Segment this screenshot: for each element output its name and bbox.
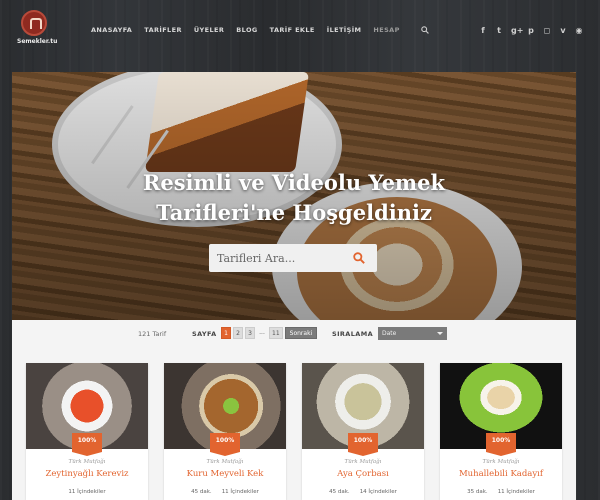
rating-badge: 100% — [72, 433, 102, 456]
recipe-ingredients: 14 İçindekiler — [359, 489, 397, 495]
recipe-title[interactable]: Aya Çorbası — [302, 469, 424, 479]
site-logo[interactable]: Semekler.tu — [17, 10, 57, 54]
rating-badge: 100% — [486, 433, 516, 456]
recipe-meta: 35 dak. 11 İçindekiler — [440, 489, 562, 495]
recipe-count: 121 Tarif — [138, 330, 167, 338]
nav-item-account[interactable]: HESAP — [373, 26, 399, 34]
hero-title-line-2: Tarifleri'ne Hoşgeldiniz — [156, 200, 432, 225]
logo-text: Semekler.tu — [17, 38, 58, 45]
rating-badge: 100% — [348, 433, 378, 456]
sort-value: Date — [382, 330, 397, 337]
vimeo-icon[interactable]: v — [559, 26, 567, 35]
recipe-meta: 45 dak. 11 İçindekiler — [164, 489, 286, 495]
page-button[interactable]: 11 — [269, 327, 283, 339]
page-button[interactable]: 3 — [245, 327, 255, 339]
search-icon[interactable] — [421, 26, 429, 34]
hero-banner: Resimli ve Videolu Yemek Tarifleri'ne Ho… — [12, 72, 576, 320]
recipe-category[interactable]: Türk Mutfağı — [164, 459, 286, 465]
instagram-icon[interactable]: ◻ — [543, 26, 551, 35]
social-links: f t g+ p ◻ v ◉ — [479, 26, 583, 35]
search-icon[interactable] — [353, 252, 365, 264]
filter-bar: 121 Tarif SAYFA 1 2 3 ... 11 Sonraki SIR… — [12, 320, 576, 348]
recipe-ingredients: 11 İçindekiler — [221, 489, 259, 495]
recipe-search-input[interactable] — [217, 249, 347, 267]
twitter-icon[interactable]: t — [495, 26, 503, 35]
recipe-meta: 11 İçindekiler — [26, 489, 148, 495]
nav-item-contact[interactable]: İLETİŞİM — [327, 26, 362, 34]
nav-item-home[interactable]: ANASAYFA — [91, 26, 132, 34]
recipe-card[interactable]: 100% Türk Mutfağı Kuru Meyveli Kek 45 da… — [164, 363, 286, 500]
recipe-card[interactable]: 100% Türk Mutfağı Muhallebili Kadayıf 35… — [440, 363, 562, 500]
rss-icon[interactable]: ◉ — [575, 26, 583, 35]
recipe-ingredients: 11 İçindekiler — [68, 489, 106, 495]
next-page-button[interactable]: Sonraki — [284, 327, 318, 339]
cake-slice-image — [144, 72, 310, 172]
nav-item-add-recipe[interactable]: TARİF EKLE — [270, 26, 315, 34]
recipe-meta: 45 dak. 14 İçindekiler — [302, 489, 424, 495]
main-nav: ANASAYFA TARİFLER ÜYELER BLOG TARİF EKLE… — [91, 26, 400, 34]
recipe-category[interactable]: Türk Mutfağı — [440, 459, 562, 465]
chevron-down-icon — [437, 332, 443, 335]
recipe-category[interactable]: Türk Mutfağı — [302, 459, 424, 465]
hero-title: Resimli ve Videolu Yemek Tarifleri'ne Ho… — [12, 168, 576, 228]
recipe-card[interactable]: 100% Türk Mutfağı Aya Çorbası 45 dak. 14… — [302, 363, 424, 500]
nav-item-recipes[interactable]: TARİFLER — [144, 26, 182, 34]
recipe-title[interactable]: Zeytinyağlı Kereviz — [26, 469, 148, 479]
recipe-cards: 100% Türk Mutfağı Zeytinyağlı Kereviz 11… — [26, 363, 562, 500]
google-plus-icon[interactable]: g+ — [511, 26, 523, 35]
recipe-ingredients: 11 İçindekiler — [497, 489, 535, 495]
pagination: 1 2 3 ... 11 Sonraki — [221, 327, 318, 339]
sort-label: SIRALAMA — [332, 330, 374, 338]
hero-search-box — [209, 244, 377, 272]
recipe-title[interactable]: Muhallebili Kadayıf — [440, 469, 562, 479]
recipe-title[interactable]: Kuru Meyveli Kek — [164, 469, 286, 479]
recipe-time: 45 dak. — [329, 489, 350, 495]
top-bar: Semekler.tu ANASAYFA TARİFLER ÜYELER BLO… — [0, 0, 600, 62]
nav-item-blog[interactable]: BLOG — [236, 26, 257, 34]
page-button[interactable]: 1 — [221, 327, 231, 339]
sort-select[interactable]: Date — [378, 327, 447, 340]
chef-hat-icon — [21, 10, 47, 36]
page-button[interactable]: 2 — [233, 327, 243, 339]
page-label: SAYFA — [192, 330, 217, 338]
rating-badge: 100% — [210, 433, 240, 456]
recipe-time: 45 dak. — [191, 489, 212, 495]
page-ellipsis: ... — [259, 329, 265, 336]
recipe-category[interactable]: Türk Mutfağı — [26, 459, 148, 465]
recipe-listing: 121 Tarif SAYFA 1 2 3 ... 11 Sonraki SIR… — [12, 320, 576, 500]
pinterest-icon[interactable]: p — [527, 26, 535, 35]
nav-item-members[interactable]: ÜYELER — [194, 26, 224, 34]
recipe-card[interactable]: 100% Türk Mutfağı Zeytinyağlı Kereviz 11… — [26, 363, 148, 500]
facebook-icon[interactable]: f — [479, 26, 487, 35]
hero-title-line-1: Resimli ve Videolu Yemek — [142, 170, 446, 195]
recipe-time: 35 dak. — [467, 489, 488, 495]
